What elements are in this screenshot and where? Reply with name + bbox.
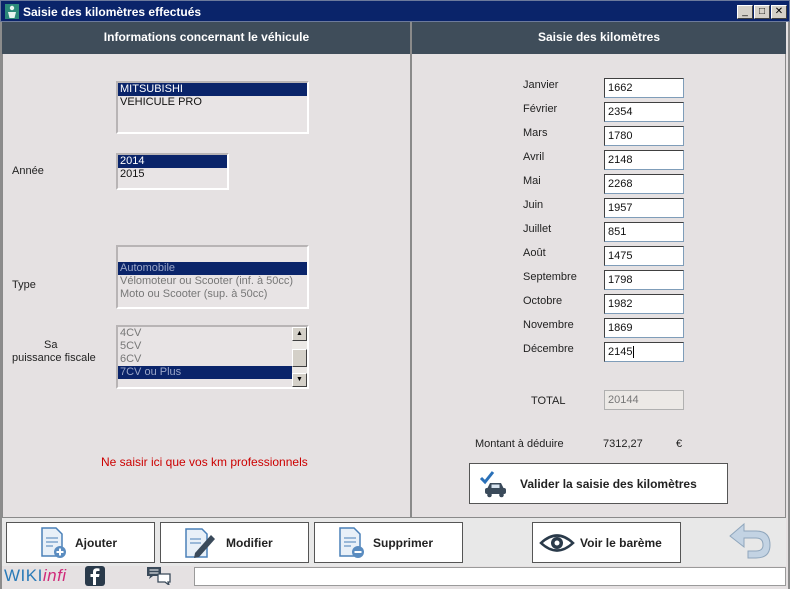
facebook-icon[interactable] <box>85 566 105 586</box>
year-label: Année <box>12 165 44 177</box>
add-button[interactable]: Ajouter <box>6 522 155 563</box>
professional-km-warning: Ne saisir ici que vos km professionnels <box>101 455 308 469</box>
eye-icon <box>539 533 575 552</box>
km-input-september[interactable]: 1798 <box>604 270 684 290</box>
deduct-amount-value: 7312,27 <box>603 438 643 450</box>
validate-km-button-label: Valider la saisie des kilomètres <box>520 476 697 491</box>
fiscal-power-list-item[interactable]: 4CV <box>118 327 292 340</box>
km-input-august[interactable]: 1475 <box>604 246 684 266</box>
km-input-october[interactable]: 1982 <box>604 294 684 314</box>
document-remove-icon <box>339 526 364 558</box>
window-titlebar: Saisie des kilomètres effectués _ □ ✕ <box>0 0 790 22</box>
status-bar-field[interactable] <box>194 567 786 586</box>
month-label-september: Septembre <box>523 271 577 283</box>
km-entry-header: Saisie des kilomètres <box>412 22 786 54</box>
logo-part-infi: infi <box>42 566 67 585</box>
month-label-december: Décembre <box>523 343 574 355</box>
logo-part-wiki: WIKI <box>4 566 43 585</box>
km-input-march[interactable]: 1780 <box>604 126 684 146</box>
year-list[interactable]: 2014 2015 <box>116 153 229 190</box>
month-label-june: Juin <box>523 199 544 211</box>
month-label-january: Janvier <box>523 79 559 91</box>
view-scale-button[interactable]: Voir le barème <box>532 522 681 563</box>
km-input-may[interactable]: 2268 <box>604 174 684 194</box>
year-list-item[interactable]: 2015 <box>118 168 227 181</box>
right-panel <box>412 54 786 518</box>
add-button-label: Ajouter <box>75 535 117 550</box>
vehicle-list-item[interactable]: MITSUBISHI <box>118 83 307 96</box>
km-input-december-value: 2145 <box>608 346 633 358</box>
month-label-october: Octobre <box>523 295 563 307</box>
scroll-up-arrow-icon[interactable]: ▲ <box>292 327 307 341</box>
km-input-november[interactable]: 1869 <box>604 318 684 338</box>
km-input-april[interactable]: 2148 <box>604 150 684 170</box>
type-list-item[interactable] <box>118 247 307 262</box>
km-input-december[interactable]: 2145 <box>604 342 684 362</box>
vehicle-info-header: Informations concernant le véhicule <box>2 22 411 54</box>
month-label-march: Mars <box>523 127 548 139</box>
km-input-june[interactable]: 1957 <box>604 198 684 218</box>
type-list-item[interactable]: Moto ou Scooter (sup. à 50cc) <box>118 288 307 301</box>
fiscal-power-label-line1: Sa <box>44 339 58 351</box>
window-title: Saisie des kilomètres effectués <box>23 5 202 19</box>
vehicle-list[interactable]: MITSUBISHI VEHICULE PRO <box>116 81 309 134</box>
edit-button[interactable]: Modifier <box>160 522 309 563</box>
fiscal-power-scrollbar[interactable]: ▲ ▼ <box>292 327 307 387</box>
car-check-icon <box>479 470 506 497</box>
fiscal-power-list[interactable]: 4CV 5CV 6CV 7CV ou Plus ▲ ▼ <box>116 325 309 389</box>
chat-bubbles-icon[interactable] <box>146 565 172 585</box>
month-label-july: Juillet <box>523 223 552 235</box>
delete-button[interactable]: Supprimer <box>314 522 463 563</box>
scroll-down-arrow-icon[interactable]: ▼ <box>292 373 307 387</box>
undo-arrow-icon[interactable] <box>726 520 774 562</box>
km-input-july[interactable]: 851 <box>604 222 684 242</box>
type-list-item[interactable]: Automobile <box>118 262 307 275</box>
minimize-button[interactable]: _ <box>737 5 753 19</box>
scroll-thumb[interactable] <box>292 349 307 367</box>
vehicle-list-item[interactable]: VEHICULE PRO <box>118 96 307 109</box>
edit-button-label: Modifier <box>226 535 273 550</box>
month-label-april: Avril <box>523 151 545 163</box>
type-list[interactable]: Automobile Vélomoteur ou Scooter (inf. à… <box>116 245 309 309</box>
month-label-february: Février <box>523 103 558 115</box>
fiscal-power-list-item[interactable]: 5CV <box>118 340 292 353</box>
type-list-item[interactable]: Vélomoteur ou Scooter (inf. à 50cc) <box>118 275 307 288</box>
view-scale-button-label: Voir le barème <box>580 535 662 550</box>
maximize-button[interactable]: □ <box>754 5 770 19</box>
km-input-february[interactable]: 2354 <box>604 102 684 122</box>
month-label-november: Novembre <box>523 319 574 331</box>
fiscal-power-list-item[interactable]: 6CV <box>118 353 292 366</box>
text-caret <box>633 346 635 359</box>
wikiinfi-logo[interactable]: WIKIinfi <box>4 566 67 586</box>
total-km-field: 20144 <box>604 390 684 410</box>
total-label: TOTAL <box>531 395 566 407</box>
close-button[interactable]: ✕ <box>771 5 787 19</box>
month-label-august: Août <box>523 247 546 259</box>
currency-symbol: € <box>676 438 683 450</box>
fiscal-power-list-item[interactable]: 7CV ou Plus <box>118 366 292 379</box>
year-list-item[interactable]: 2014 <box>118 155 227 168</box>
km-input-january[interactable]: 1662 <box>604 78 684 98</box>
document-add-icon <box>41 526 66 558</box>
validate-km-button[interactable]: Valider la saisie des kilomètres <box>469 463 728 504</box>
delete-button-label: Supprimer <box>373 535 434 550</box>
document-pencil-icon <box>185 527 215 558</box>
app-person-icon <box>5 4 19 19</box>
type-label: Type <box>12 279 36 291</box>
deduct-amount-label: Montant à déduire <box>475 438 564 450</box>
fiscal-power-label-line2: puissance fiscale <box>12 352 96 364</box>
month-label-may: Mai <box>523 175 541 187</box>
